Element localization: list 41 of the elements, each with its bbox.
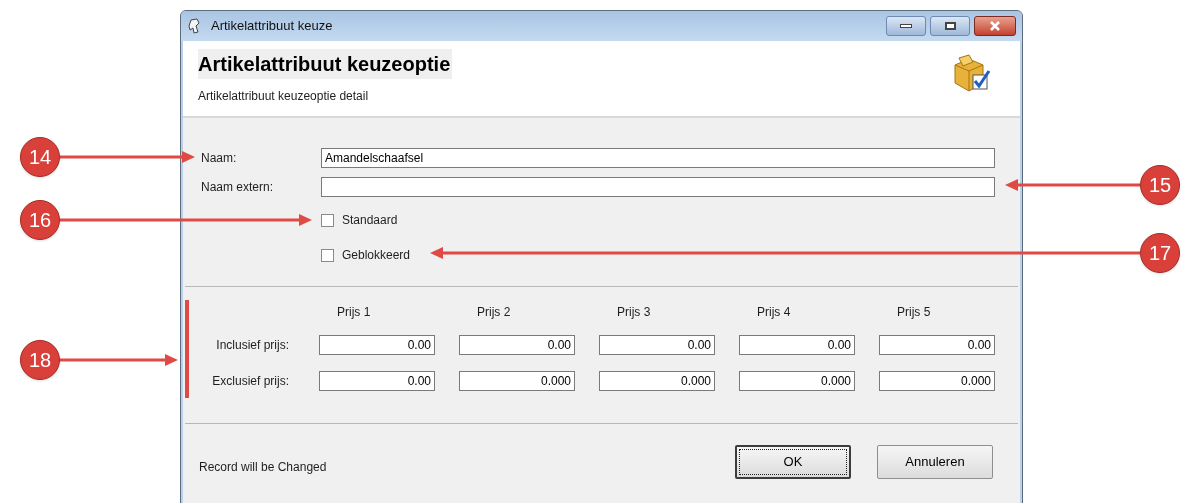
maximize-button[interactable] <box>930 16 970 36</box>
dialog-subtitle: Artikelattribuut keuzeoptie detail <box>198 88 369 105</box>
callout-badge: 17 <box>1140 233 1180 273</box>
checkbox-label: Geblokkeerd <box>342 247 411 264</box>
field-label: Naam extern: <box>201 179 275 196</box>
close-button[interactable] <box>974 16 1016 36</box>
checkbox[interactable] <box>321 213 334 227</box>
field-label: Naam: <box>201 150 238 167</box>
checkbox[interactable] <box>321 248 334 262</box>
price-field[interactable]: 0.00 <box>459 335 575 355</box>
column-header: Prijs 5 <box>897 305 931 319</box>
column-header: Prijs 2 <box>477 305 511 319</box>
row-label: Exclusief prijs: <box>212 373 289 390</box>
dialog-heading: Artikelattribuut keuzeoptie <box>198 49 453 79</box>
text-field[interactable] <box>321 177 995 197</box>
price-field[interactable]: 0.00 <box>319 371 435 391</box>
close-icon <box>989 21 1001 31</box>
window-title: Artikelattribuut keuze <box>211 17 333 36</box>
price-field[interactable]: 0.00 <box>879 335 995 355</box>
status-text: Record will be Changed <box>199 459 327 476</box>
price-field[interactable]: 0.00 <box>319 335 435 355</box>
column-header: Prijs 1 <box>337 305 371 319</box>
box-check-icon <box>951 53 991 93</box>
callout-badge: 18 <box>20 340 60 380</box>
minimize-button[interactable] <box>886 16 926 36</box>
callout-badge: 15 <box>1140 165 1180 205</box>
callout-badge: 14 <box>20 137 60 177</box>
text-field[interactable]: Amandelschaafsel <box>321 148 995 168</box>
checkbox-label: Standaard <box>342 212 398 229</box>
price-field[interactable]: 0.00 <box>739 335 855 355</box>
column-header: Prijs 3 <box>617 305 651 319</box>
price-field[interactable]: 0.000 <box>599 371 715 391</box>
callout-badge: 16 <box>20 200 60 240</box>
price-field[interactable]: 0.000 <box>459 371 575 391</box>
price-field[interactable]: 0.000 <box>739 371 855 391</box>
price-field[interactable]: 0.000 <box>879 371 995 391</box>
price-field[interactable]: 0.00 <box>599 335 715 355</box>
row-label: Inclusief prijs: <box>216 337 289 354</box>
dialog-button[interactable]: Annuleren <box>877 445 993 479</box>
column-header: Prijs 4 <box>757 305 791 319</box>
dialog-button[interactable]: OK <box>735 445 851 479</box>
